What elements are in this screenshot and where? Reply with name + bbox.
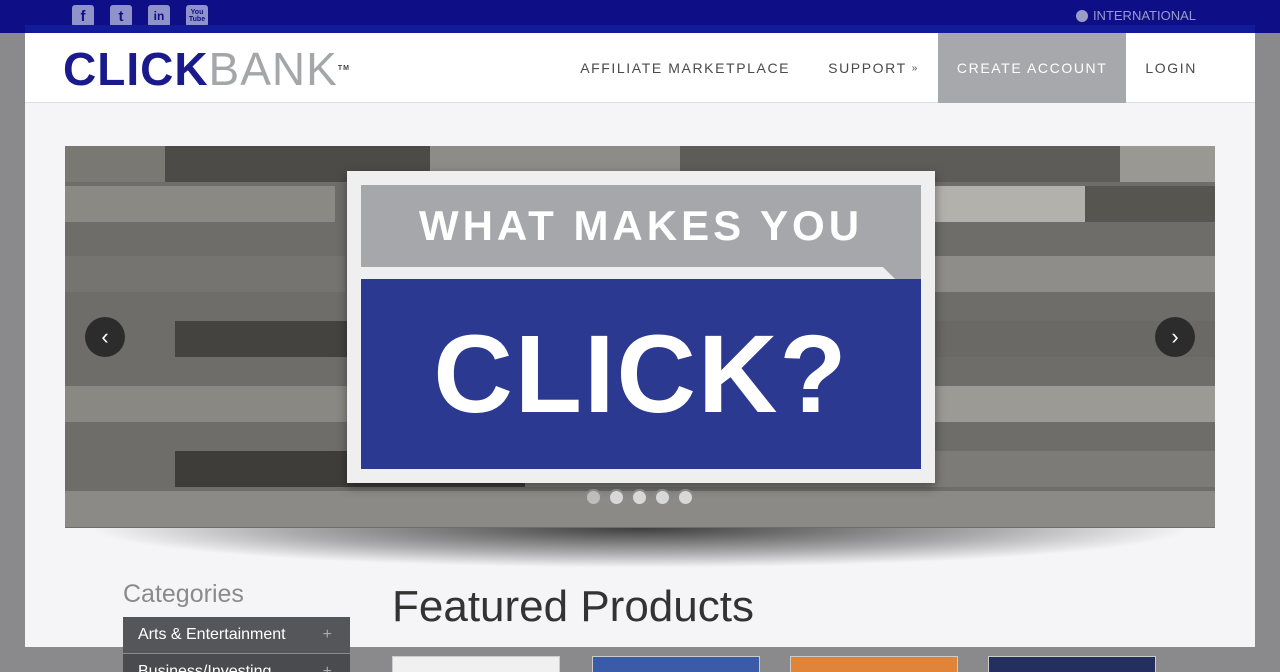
category-label: Business/Investing <box>138 663 272 672</box>
hero-sign: WHAT MAKES YOU CLICK? <box>347 171 935 483</box>
youtube-icon[interactable]: You Tube <box>186 5 208 27</box>
wood-plank <box>1120 146 1215 182</box>
category-item[interactable]: Business/Investing + <box>123 654 350 672</box>
twitter-icon[interactable]: t <box>110 5 132 27</box>
linkedin-glyph: in <box>153 9 165 23</box>
nav-label: CREATE ACCOUNT <box>956 60 1108 76</box>
wood-plank <box>935 186 1085 222</box>
wood-plank <box>65 386 350 422</box>
carousel-dot[interactable] <box>608 489 625 506</box>
carousel-indicators <box>585 489 694 506</box>
featured-products-title: Featured Products <box>392 582 754 631</box>
page-top-strip <box>25 25 1255 33</box>
product-card[interactable] <box>988 656 1156 672</box>
logo-tm: TM <box>337 65 350 72</box>
facebook-glyph: f <box>80 7 86 25</box>
carousel-dot[interactable] <box>631 489 648 506</box>
nav-label: LOGIN <box>1145 60 1197 76</box>
chevron-down-icon: » <box>911 62 919 74</box>
site-header: CLICKBANKTM AFFILIATE MARKETPLACE SUPPOR… <box>25 33 1255 103</box>
carousel-dot[interactable] <box>654 489 671 506</box>
wood-plank <box>65 146 165 182</box>
nav-support[interactable]: SUPPORT » <box>809 33 938 103</box>
carousel-prev-button[interactable]: ‹ <box>85 317 125 357</box>
wood-plank <box>175 321 350 357</box>
category-label: Arts & Entertainment <box>138 626 286 643</box>
main-nav: AFFILIATE MARKETPLACE SUPPORT » CREATE AC… <box>561 33 1255 103</box>
sign-top-panel: WHAT MAKES YOU <box>361 185 921 267</box>
hero-headline-bottom: CLICK? <box>433 312 849 436</box>
hero-carousel: WHAT MAKES YOU CLICK? ‹ › <box>65 146 1215 528</box>
plus-icon: + <box>322 626 332 643</box>
globe-icon <box>1075 9 1088 22</box>
carousel-dot[interactable] <box>585 489 602 506</box>
hero-shadow <box>85 528 1195 568</box>
logo-bank: BANK <box>208 43 338 95</box>
chevron-left-icon: ‹ <box>101 324 109 349</box>
product-card[interactable] <box>392 656 560 672</box>
clickbank-logo[interactable]: CLICKBANKTM <box>63 46 350 92</box>
logo-click: CLICK <box>63 43 209 95</box>
wood-plank <box>65 186 335 222</box>
twitter-glyph: t <box>118 7 124 25</box>
chevron-right-icon: › <box>1171 324 1179 349</box>
product-card[interactable] <box>592 656 760 672</box>
youtube-glyph: You Tube <box>188 9 206 23</box>
carousel-next-button[interactable]: › <box>1155 317 1195 357</box>
wood-plank <box>935 386 1215 422</box>
carousel-dot[interactable] <box>677 489 694 506</box>
nav-login[interactable]: LOGIN <box>1126 33 1255 103</box>
linkedin-icon[interactable]: in <box>148 5 170 27</box>
international-link[interactable]: INTERNATIONAL <box>1075 8 1196 23</box>
sign-bottom-panel: CLICK? <box>361 279 921 469</box>
hero-headline-top: WHAT MAKES YOU <box>418 202 864 249</box>
nav-label: AFFILIATE MARKETPLACE <box>580 60 791 76</box>
nav-label: SUPPORT <box>828 60 907 76</box>
wood-plank <box>935 256 1215 292</box>
nav-affiliate-marketplace[interactable]: AFFILIATE MARKETPLACE <box>561 33 809 103</box>
facebook-icon[interactable]: f <box>72 5 94 27</box>
nav-create-account[interactable]: CREATE ACCOUNT <box>937 33 1127 103</box>
category-item[interactable]: Arts & Entertainment + <box>123 617 350 653</box>
product-card[interactable] <box>790 656 958 672</box>
wood-plank <box>65 256 345 292</box>
plus-icon: + <box>322 663 332 672</box>
wood-plank <box>1085 186 1215 222</box>
categories-title: Categories <box>123 580 244 608</box>
international-label: INTERNATIONAL <box>1092 8 1196 23</box>
